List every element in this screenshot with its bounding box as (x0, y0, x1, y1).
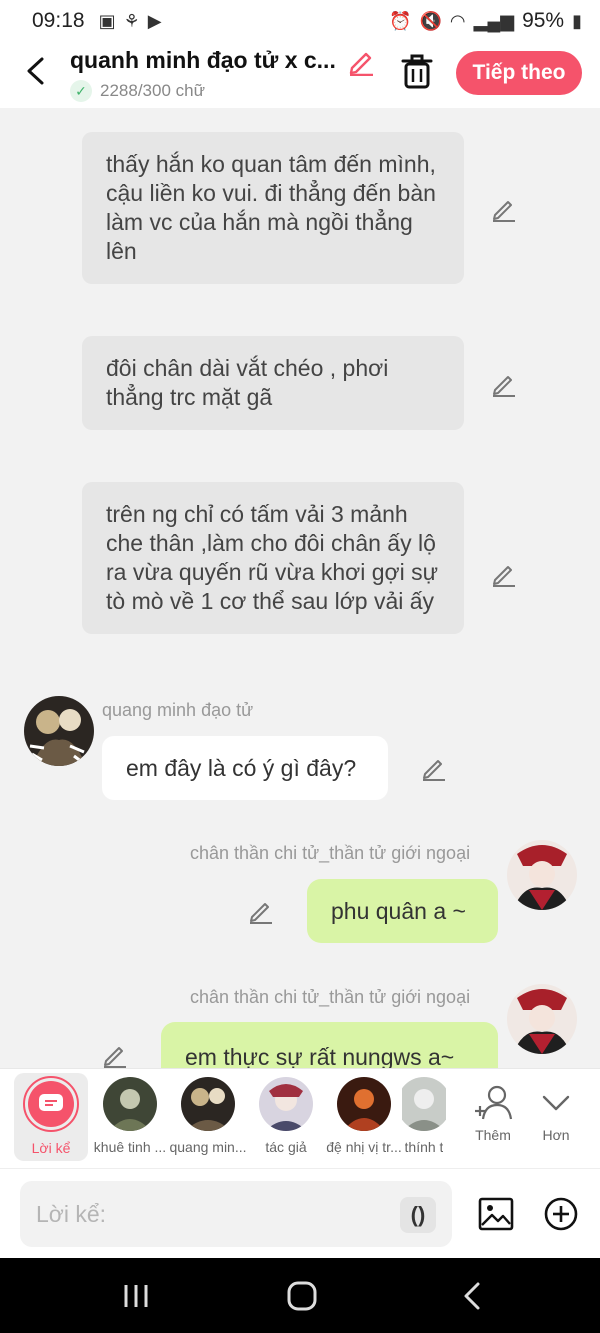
expand-characters-button[interactable]: Hơn (526, 1083, 586, 1143)
edit-pencil-icon[interactable] (420, 754, 448, 782)
avatar-chan-than[interactable] (507, 840, 577, 910)
character-portrait-icon (507, 984, 577, 1054)
character-portrait-icon (402, 1077, 446, 1131)
recent-apps-button[interactable] (116, 1278, 156, 1314)
add-icon[interactable] (544, 1197, 578, 1231)
speaker-name: quang minh đạo tử (102, 700, 254, 720)
home-button[interactable] (282, 1278, 322, 1314)
word-count-text: 2288/300 chữ (100, 81, 205, 100)
character-label: Lời kể (31, 1140, 71, 1156)
battery-icon: ▮ (572, 10, 582, 31)
message-bubble-right[interactable]: phu quân a ~ (307, 879, 498, 943)
chevron-down-icon (542, 1095, 570, 1111)
wifi-icon: ◠ (449, 10, 466, 31)
back-button[interactable] (18, 54, 52, 88)
delete-button[interactable] (400, 52, 434, 90)
alarm-icon: ⏰ (389, 10, 412, 31)
character-portrait-icon (507, 840, 577, 910)
video-icon: ▶ (147, 10, 162, 31)
next-button[interactable]: Tiếp theo (456, 51, 582, 95)
character-label: thính t (404, 1139, 444, 1155)
status-time: 09:18 (32, 9, 85, 32)
character-khue-tinh[interactable]: khuê tinh ... (90, 1077, 170, 1155)
character-portrait-icon (259, 1077, 313, 1131)
character-portrait-icon (337, 1077, 391, 1131)
check-icon: ✓ (70, 80, 92, 102)
character-thinh[interactable]: thính t (402, 1077, 446, 1155)
header: quanh minh đạo tử x c... ✓ 2288/300 chữ … (0, 42, 600, 108)
character-label: quang min... (169, 1139, 247, 1155)
narration-bubble[interactable]: thấy hắn ko quan tâm đến mình, cậu liền … (82, 132, 464, 284)
avatar-quang-minh[interactable] (24, 696, 94, 766)
narration-bubble[interactable]: đôi chân dài vắt chéo , phơi thẳng trc m… (82, 336, 464, 430)
edit-pencil-icon[interactable] (490, 195, 518, 223)
navigation-bar (0, 1258, 600, 1333)
character-label: đệ nhị vị tr... (326, 1139, 402, 1155)
signal-icon: ▂▄▆ (473, 10, 515, 31)
message-bubble-left[interactable]: em đây là có ý gì đây? (102, 736, 388, 800)
character-quang-minh[interactable]: quang min... (168, 1077, 248, 1155)
mute-icon: 🔇 (419, 10, 442, 31)
back-icon (464, 1282, 480, 1310)
add-character-button[interactable]: Thêm (463, 1083, 523, 1143)
notification-icons: ▣ ⚘ ▶ (99, 11, 162, 32)
chat-bubble-icon (39, 1094, 63, 1111)
message-bubble-right[interactable]: em thực sự rất nungws a~ (161, 1022, 498, 1068)
character-label: khuê tinh ... (93, 1139, 167, 1155)
character-narrator[interactable]: Lời kể (14, 1073, 88, 1161)
message-input-box: () (20, 1181, 452, 1247)
edit-title-icon[interactable] (346, 46, 376, 76)
add-character-label: Thêm (475, 1127, 511, 1143)
word-count: ✓ 2288/300 chữ (70, 80, 205, 102)
edit-pencil-icon[interactable] (490, 370, 518, 398)
narration-bubble[interactable]: trên ng chỉ có tấm vải 3 mảnh che thân ,… (82, 482, 464, 634)
activity-icon: ⚘ (123, 10, 140, 31)
avatar-chan-than[interactable] (507, 984, 577, 1054)
home-icon (287, 1281, 317, 1311)
add-user-icon (475, 1085, 513, 1120)
character-portrait-icon (181, 1077, 235, 1131)
character-de-nhi[interactable]: đệ nhị vị tr... (324, 1077, 404, 1155)
recent-apps-icon (124, 1285, 148, 1307)
input-bar: () (0, 1168, 600, 1258)
speaker-name: chân thần chi tử_thần tử giới ngoại (190, 843, 471, 863)
nav-back-button[interactable] (452, 1278, 492, 1314)
parentheses-button[interactable]: () (400, 1197, 436, 1233)
edit-pencil-icon[interactable] (247, 897, 275, 925)
character-label: tác giả (265, 1139, 307, 1155)
expand-characters-label: Hơn (542, 1127, 570, 1143)
gallery-icon: ▣ (98, 10, 116, 31)
edit-pencil-icon[interactable] (490, 560, 518, 588)
image-upload-icon[interactable] (477, 1195, 515, 1233)
character-portrait-icon (24, 696, 94, 766)
character-selector: Lời kể khuê tinh ... quang min... tác gi… (0, 1068, 600, 1168)
character-portrait-icon (103, 1077, 157, 1131)
system-icons: ⏰ 🔇 ◠ ▂▄▆ 95% ▮ (389, 9, 582, 33)
page-title: quanh minh đạo tử x c... (70, 47, 336, 73)
character-tac-gia[interactable]: tác giả (246, 1077, 326, 1155)
chat-area[interactable]: thấy hắn ko quan tâm đến mình, cậu liền … (0, 108, 600, 1068)
edit-pencil-icon[interactable] (101, 1041, 129, 1068)
status-bar: 09:18 ▣ ⚘ ▶ ⏰ 🔇 ◠ ▂▄▆ 95% ▮ (0, 0, 600, 42)
message-input[interactable] (36, 1200, 396, 1228)
battery-level: 95% (522, 9, 565, 32)
speaker-name: chân thần chi tử_thần tử giới ngoại (190, 987, 471, 1007)
back-arrow-icon (27, 57, 44, 85)
